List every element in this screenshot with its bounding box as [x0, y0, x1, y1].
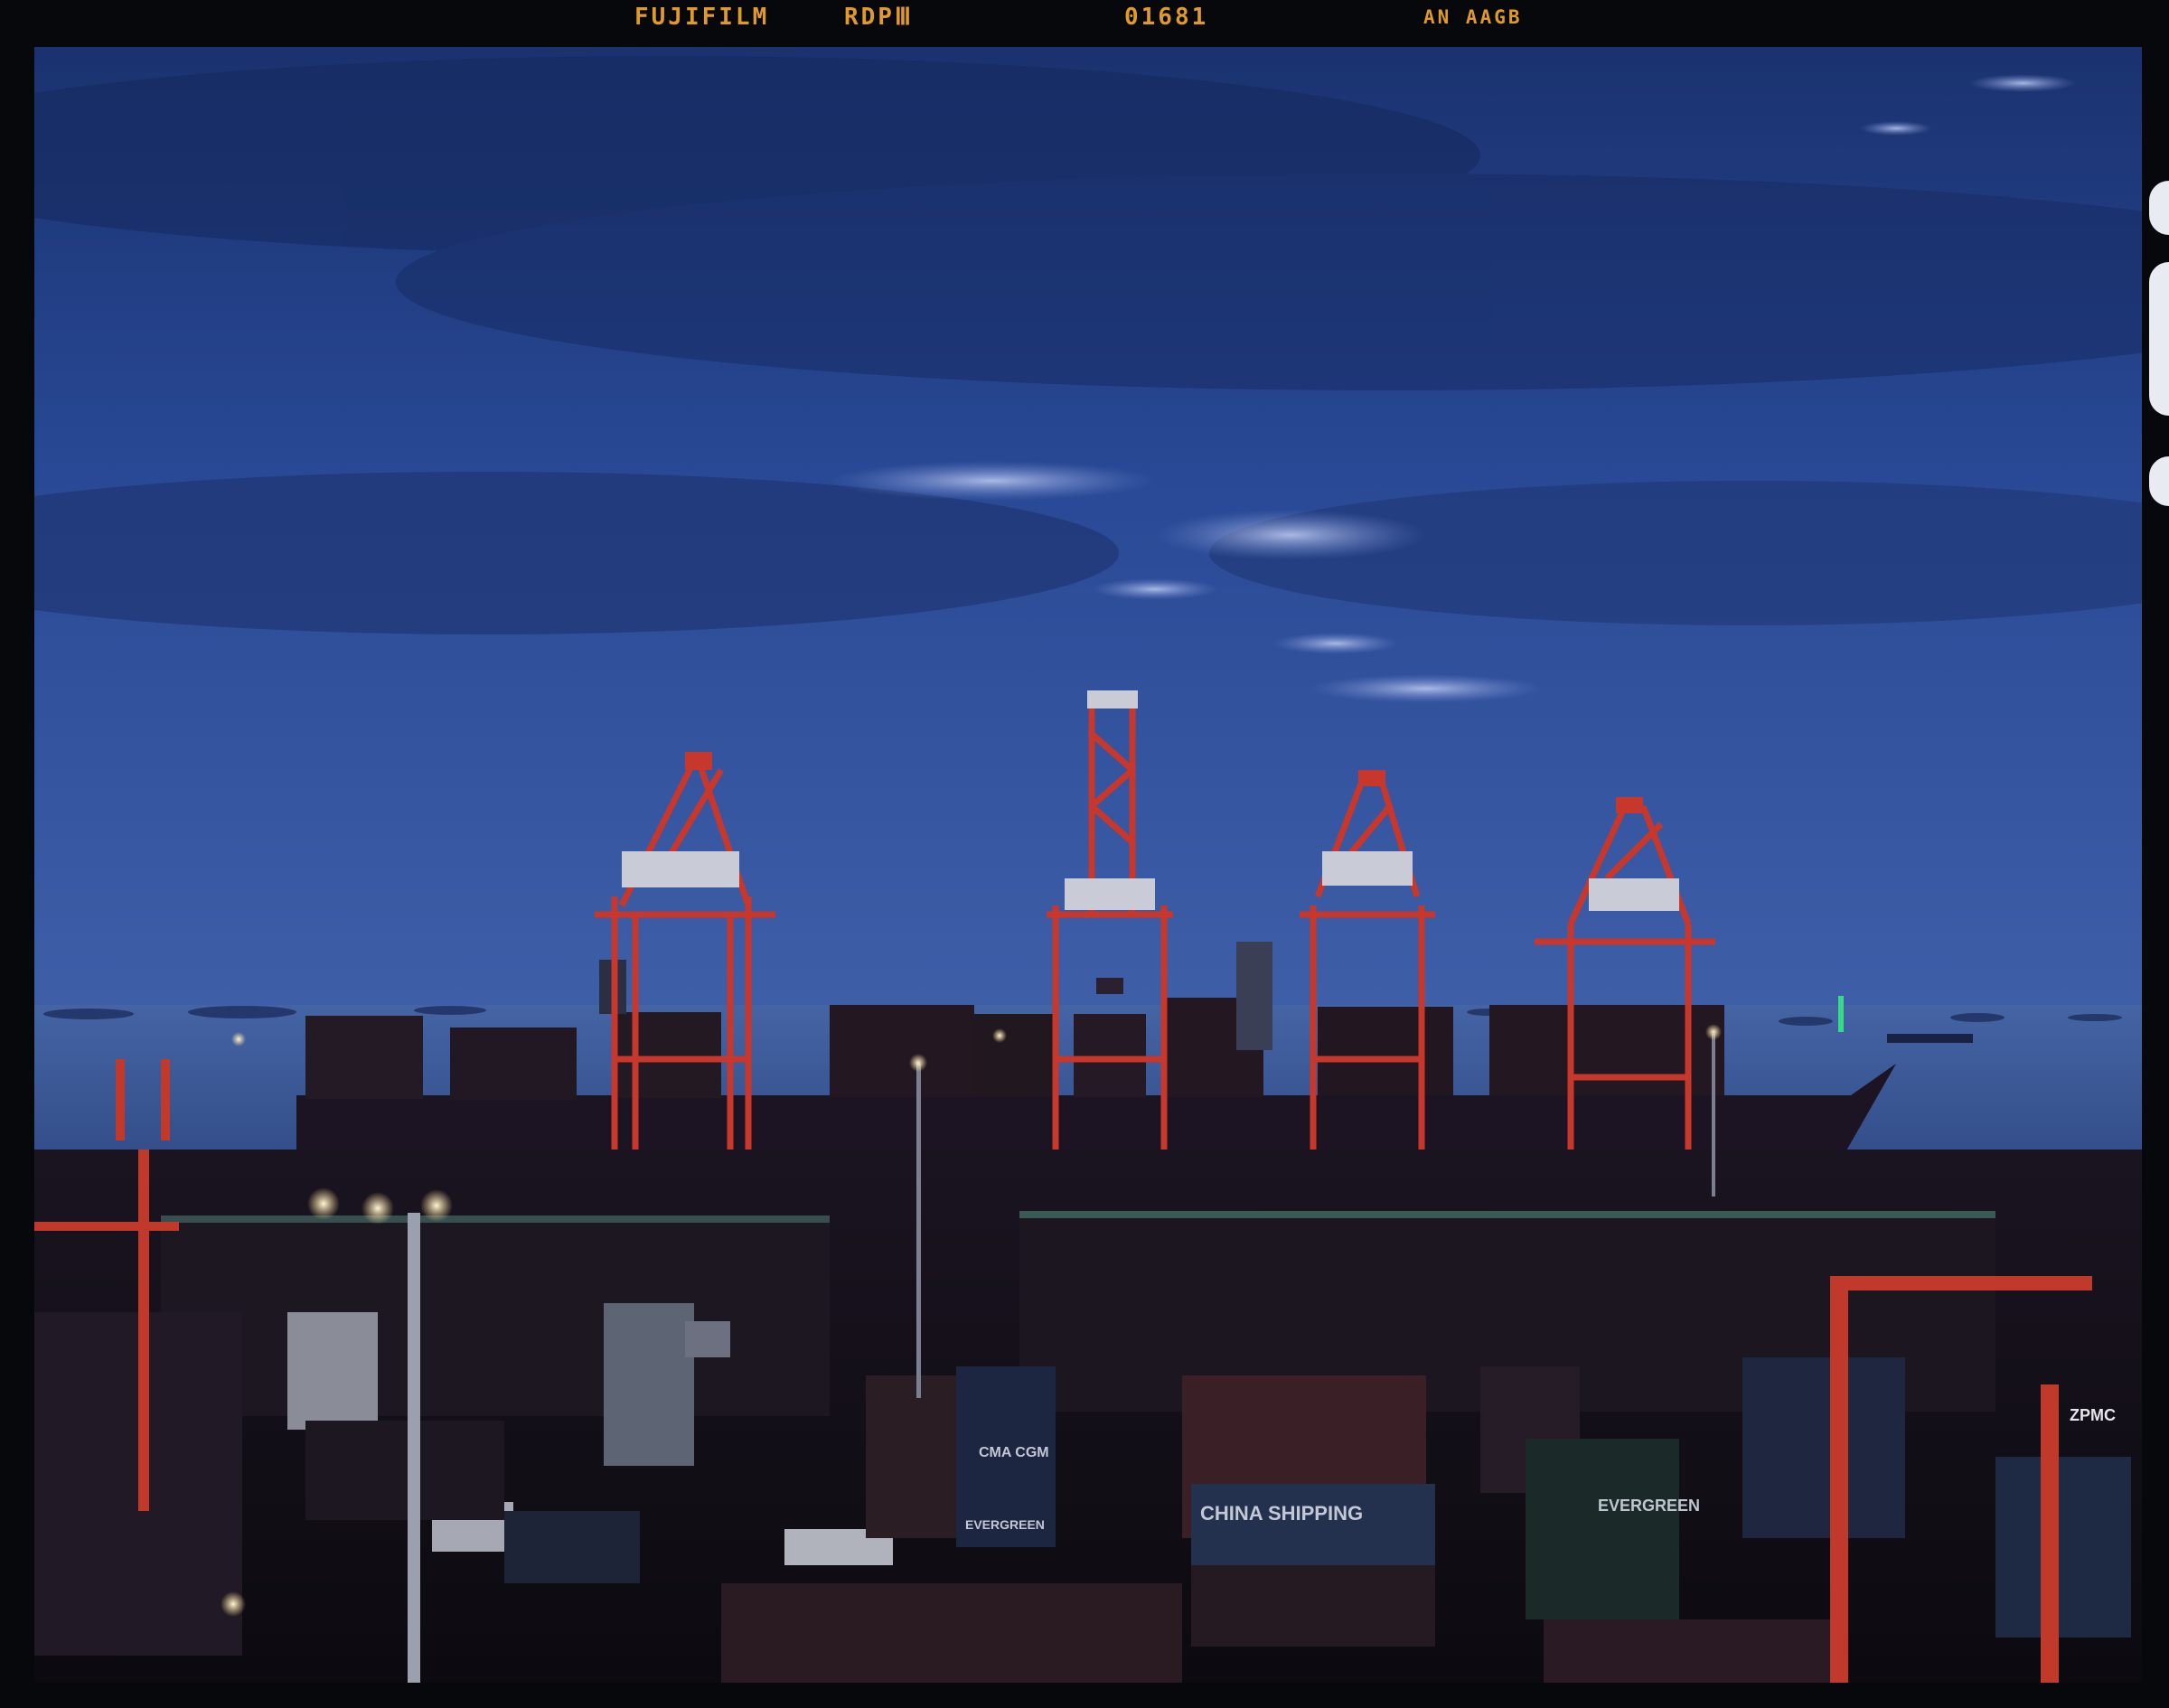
- container-label-evergreen-2: EVERGREEN: [965, 1517, 1045, 1532]
- sprocket-hole-2: [2149, 262, 2169, 416]
- sprocket-hole-3: [2149, 456, 2169, 506]
- distant-barge: [1887, 1034, 1973, 1043]
- port-photograph: CHINA SHIPPING EVERGREEN CMA CGM EVERGRE…: [34, 47, 2142, 1683]
- film-frame: FUJIFILM RDPⅢ 01681 AN AAGB CHINA SHIPPI…: [0, 0, 2169, 1708]
- container-label-china-shipping: CHINA SHIPPING: [1200, 1502, 1363, 1525]
- film-brand-text: FUJIFILM: [634, 4, 770, 31]
- sprocket-hole-1: [2149, 181, 2169, 235]
- film-code-text: AN AAGB: [1423, 6, 1523, 28]
- film-emulsion-text: RDPⅢ: [844, 4, 914, 31]
- container-label-evergreen-1: EVERGREEN: [1598, 1497, 1700, 1515]
- film-frame-number: 01681: [1124, 4, 1209, 31]
- film-edge-print: FUJIFILM RDPⅢ 01681 AN AAGB: [0, 0, 2169, 45]
- crane-label-zpmc: ZPMC: [2070, 1406, 2116, 1424]
- container-label-cma-cgm: CMA CGM: [979, 1445, 1049, 1460]
